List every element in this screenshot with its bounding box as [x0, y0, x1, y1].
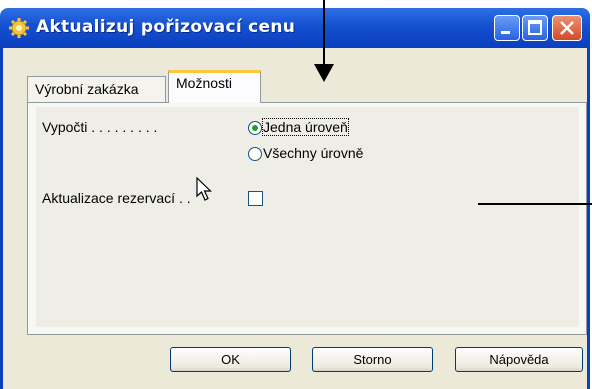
radio-vsechny-urovne[interactable]	[248, 147, 262, 161]
radio-jedna-uroven[interactable]	[248, 121, 262, 135]
radio-jedna-uroven-label[interactable]: Jedna úroveň	[262, 118, 349, 136]
maximize-icon	[528, 20, 542, 35]
arrow-down-icon	[314, 64, 334, 82]
tab-label: Výrobní zakázka	[35, 81, 139, 97]
aktualizace-rezervaci-label: Aktualizace rezervací . .	[42, 190, 191, 206]
close-button[interactable]	[552, 15, 582, 41]
help-button[interactable]: Nápověda	[455, 347, 583, 372]
vypocti-label: Vypočti . . . . . . . . .	[42, 119, 158, 135]
dialog-body: Výrobní zakázka Možnosti Vypočti . . . .…	[0, 48, 590, 389]
annotation-pointer-line	[478, 203, 592, 205]
ok-button[interactable]: OK	[170, 347, 291, 372]
minimize-button[interactable]	[494, 15, 520, 41]
tab-panel: Vypočti . . . . . . . . . Jedna úroveň V…	[27, 102, 587, 335]
dialog-window: Aktualizuj pořizovací cenu Výrobní zakáz…	[0, 8, 590, 389]
radio-vsechny-urovne-label[interactable]: Všechny úrovně	[263, 145, 363, 161]
gear-icon	[9, 18, 29, 38]
options-area: Vypočti . . . . . . . . . Jedna úroveň V…	[36, 107, 579, 327]
window-title: Aktualizuj pořizovací cenu	[36, 17, 296, 37]
tab-moznosti[interactable]: Možnosti	[168, 70, 261, 103]
minimize-icon	[501, 31, 510, 34]
annotation-arrow-line	[323, 0, 325, 66]
close-icon	[560, 21, 574, 35]
title-bar[interactable]: Aktualizuj pořizovací cenu	[0, 8, 590, 48]
mouse-cursor-icon	[196, 177, 212, 201]
radio-selected-dot	[252, 125, 258, 131]
aktualizace-rezervaci-checkbox[interactable]	[248, 191, 263, 206]
storno-button[interactable]: Storno	[312, 347, 433, 372]
tab-vyrobni-zakazka[interactable]: Výrobní zakázka	[27, 76, 166, 103]
maximize-button[interactable]	[522, 15, 548, 41]
tab-label: Možnosti	[176, 75, 233, 91]
